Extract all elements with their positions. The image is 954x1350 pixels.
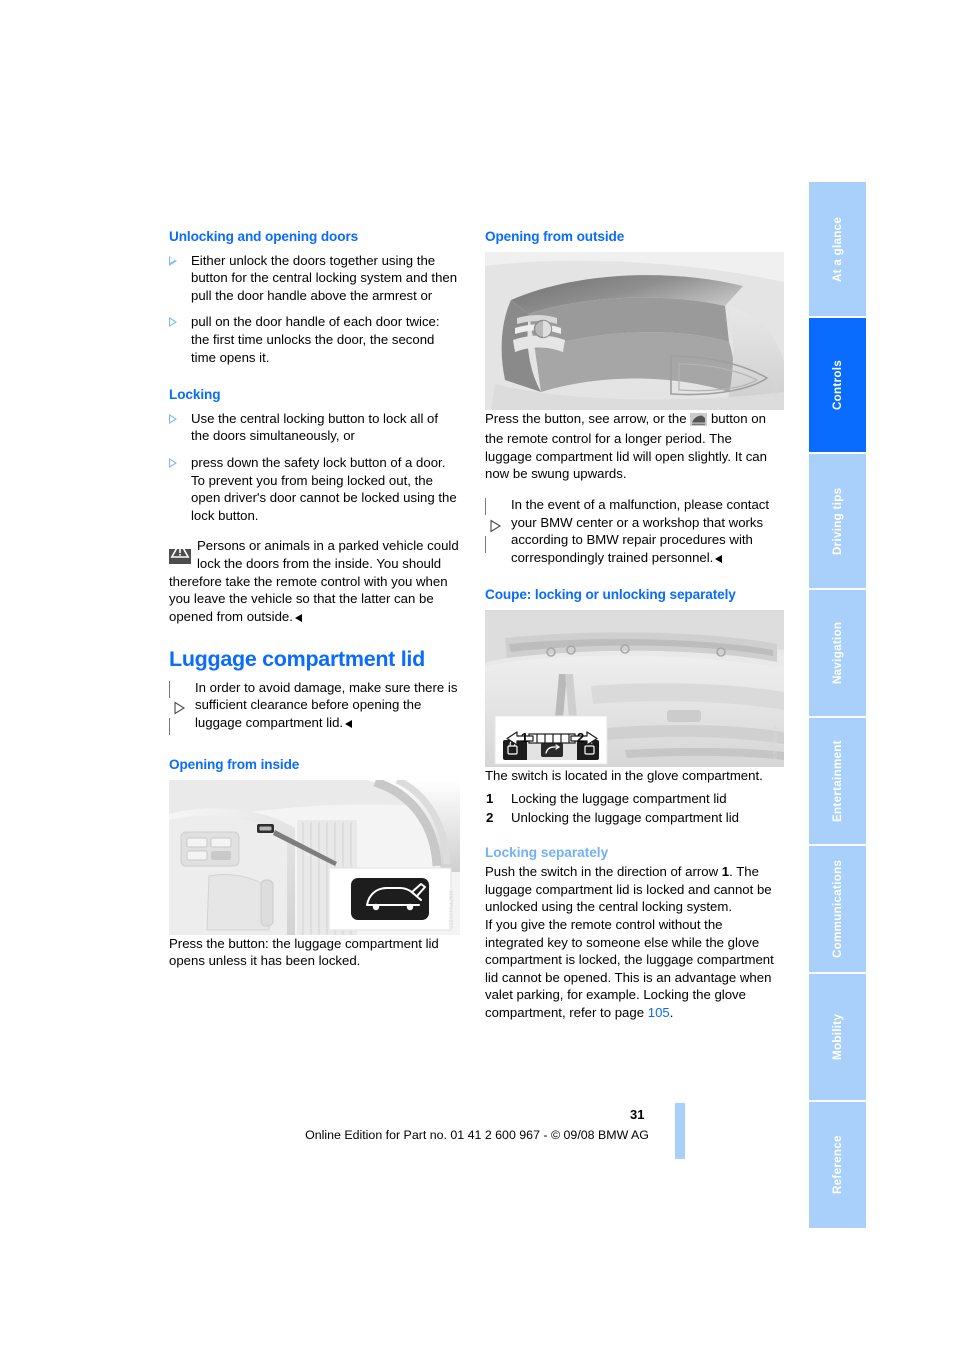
imprint-line: Online Edition for Part no. 01 41 2 600 … — [305, 1128, 649, 1142]
locking-separately-paragraph-1: Push the switch in the direction of arro… — [485, 863, 776, 916]
section-heading-coupe: Coupe: locking or unlocking separately — [485, 587, 736, 603]
paragraph-text: . — [669, 1004, 674, 1020]
page-reference-link[interactable]: 105 — [648, 1005, 670, 1020]
tab-mobility[interactable]: Mobility — [809, 974, 866, 1100]
paragraph-text-before-icon: Press the button, see arrow, or the — [485, 410, 687, 426]
switch-location-text: The switch is located in the glove compa… — [485, 767, 763, 783]
trunk-release-icon — [690, 412, 708, 431]
legend-text: Unlocking the luggage compartment lid — [511, 809, 739, 825]
unlocking-bullet-list: Either unlock the doors together using t… — [169, 252, 460, 367]
malfunction-note: In the event of a malfunction, please co… — [485, 496, 776, 566]
section-tabs: At a glance Controls Driving tips Naviga… — [809, 182, 866, 1230]
end-of-section-marker — [294, 613, 302, 622]
note-play-triangle-icon — [485, 497, 505, 553]
list-item: 1 Locking the luggage compartment lid — [485, 789, 776, 808]
list-item-text: Either unlock the doors together using t… — [191, 252, 458, 303]
end-of-section-marker — [715, 554, 723, 563]
bullet-triangle-icon — [169, 457, 177, 468]
list-item: Use the central locking button to lock a… — [169, 410, 460, 445]
list-item: press down the safety lock button of a d… — [169, 454, 460, 524]
manual-page: Unlocking and opening doors Either unloc… — [0, 0, 954, 1350]
inline-arrow-number: 1 — [721, 864, 730, 880]
list-item-text: Use the central locking button to lock a… — [191, 410, 439, 444]
list-item-text: pull on the door handle of each door twi… — [191, 314, 440, 365]
figure-caption-inside: Press the button: the luggage compartmen… — [169, 935, 439, 969]
tab-communications[interactable]: Communications — [809, 846, 866, 972]
locking-separately-paragraph-2: If you give the remote control without t… — [485, 916, 776, 1022]
list-item: 2 Unlocking the luggage compartment lid — [485, 808, 776, 827]
figure-code: MAP0011W05 — [771, 367, 777, 404]
warning-notice: Persons or animals in a parked vehicle c… — [169, 537, 460, 625]
switch-legend-list: 1 Locking the luggage compartment lid 2 … — [485, 789, 776, 827]
locking-bullet-list: Use the central locking button to lock a… — [169, 410, 460, 525]
note-text: In the event of a malfunction, please co… — [511, 496, 770, 565]
section-heading-opening-inside: Opening from inside — [169, 757, 300, 773]
figure-trunk-release-interior: MAPP0106205 — [169, 779, 460, 935]
paragraph-text: If you give the remote control without t… — [485, 916, 774, 1020]
tab-controls[interactable]: Controls — [809, 318, 866, 452]
warning-text: Persons or animals in a parked vehicle c… — [169, 538, 459, 624]
note-text: In order to avoid damage, make sure ther… — [195, 679, 458, 731]
clearance-note: In order to avoid damage, make sure ther… — [169, 679, 460, 736]
legend-text: Locking the luggage compartment lid — [511, 790, 727, 806]
right-column: Opening from outside MAP0011W05 Press th… — [485, 228, 784, 1022]
tab-navigation[interactable]: Navigation — [809, 590, 866, 716]
figure-code: MAP0111W04 — [771, 725, 777, 761]
warning-triangle-icon — [169, 539, 191, 566]
section-heading-opening-outside: Opening from outside — [485, 229, 625, 244]
paragraph-text: Push the switch in the direction of arro… — [485, 864, 722, 880]
figure-code: MAPP0106205 — [447, 890, 453, 929]
opening-outside-paragraph: Press the button, see arrow, or the butt… — [485, 410, 776, 483]
tab-at-a-glance[interactable]: At a glance — [809, 182, 866, 316]
legend-number: 2 — [486, 809, 494, 825]
page-title: Luggage compartment lid — [169, 647, 425, 672]
page-number: 31 — [630, 1107, 645, 1122]
left-column: Unlocking and opening doors Either unloc… — [169, 228, 460, 970]
list-item-text: press down the safety lock button of a d… — [191, 454, 457, 523]
figure-trunk-exterior: MAP0011W05 — [485, 251, 784, 410]
note-play-triangle-icon — [169, 680, 189, 736]
bullet-triangle-icon — [169, 413, 177, 424]
bullet-triangle-icon — [169, 317, 177, 328]
figure-glove-compartment-switch: 1 2 MAP0111W04 — [485, 609, 784, 767]
figure-label-2: 2 — [577, 730, 584, 745]
tab-driving-tips[interactable]: Driving tips — [809, 454, 866, 588]
figure-label-1: 1 — [521, 730, 528, 745]
tab-reference[interactable]: Reference — [809, 1102, 866, 1228]
end-of-section-marker — [345, 720, 353, 729]
bullet-triangle-icon — [169, 255, 177, 266]
subheading-locking-separately: Locking separately — [485, 844, 609, 860]
section-heading-unlocking: Unlocking and opening doors — [169, 229, 359, 244]
tab-entertainment[interactable]: Entertainment — [809, 718, 866, 844]
list-item: pull on the door handle of each door twi… — [169, 313, 460, 366]
legend-number: 1 — [486, 790, 494, 806]
section-heading-locking: Locking — [169, 387, 221, 403]
list-item: Either unlock the doors together using t… — [169, 252, 460, 305]
